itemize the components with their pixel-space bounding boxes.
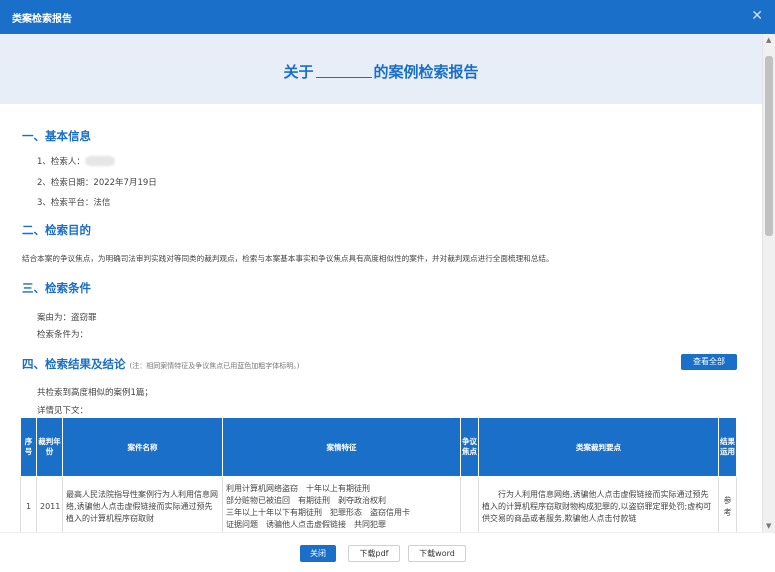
search-platform: 3、检索平台：法信	[37, 198, 111, 208]
close-button[interactable]: 关闭	[300, 545, 336, 562]
vertical-scrollbar[interactable]: ▲ ▼	[762, 34, 775, 532]
searcher-label: 1、检索人：	[37, 157, 85, 167]
section-conditions-heading: 三、检索条件	[22, 281, 91, 295]
searcher-redacted	[84, 156, 115, 166]
close-icon[interactable]: ✕	[751, 8, 763, 24]
cause-line: 案由为：盗窃罪	[37, 313, 97, 323]
col-no: 序号	[20, 417, 37, 477]
section-basic-heading: 一、基本信息	[22, 129, 91, 143]
download-pdf-button[interactable]: 下载pdf	[348, 545, 400, 562]
cell-features: 利用计算机网络盗窃 十年以上有期徒刑 部分赃物已被追回 有期徒刑 剥夺政治权利 …	[222, 476, 461, 532]
report-content: 关于 的案例检索报告 一、基本信息 1、检索人： 2、检索日期：2022年7月19…	[0, 34, 762, 532]
scrollbar-thumb[interactable]	[765, 56, 773, 236]
results-note: (注：相同案情特征及争议焦点已用蓝色加粗字体标明。)	[129, 362, 300, 370]
cell-name[interactable]: 最高人民法院指导性案例行为人利用信息网络,诱骗他人点击虚假链接而实际通过预先植入…	[62, 476, 223, 532]
section-results-heading: 四、检索结果及结论 (注：相同案情特征及争议焦点已用蓝色加粗字体标明。)	[22, 356, 299, 372]
report-title: 关于 的案例检索报告	[0, 61, 762, 82]
dialog-title: 类案检索报告	[12, 14, 72, 25]
cell-focus	[460, 476, 479, 532]
title-blank	[315, 64, 372, 78]
col-focus: 争议焦点	[460, 417, 479, 477]
dialog-footer: 关闭 下载pdf 下载word	[0, 532, 775, 572]
section-purpose-heading: 二、检索目的	[22, 223, 91, 237]
col-points: 类案裁判要点	[478, 417, 719, 477]
report-dialog: 类案检索报告 ✕ 关于 的案例检索报告 一、基本信息 1、检索人： 2、检索日期：…	[0, 0, 775, 572]
results-heading-text: 四、检索结果及结论	[22, 357, 126, 371]
cell-no: 1	[20, 476, 37, 532]
view-all-button[interactable]: 查看全部	[681, 354, 737, 370]
results-summary: 共检索到高度相似的案例1篇；	[37, 388, 153, 398]
searcher-line: 1、检索人：	[37, 155, 115, 167]
col-features: 案情特征	[222, 417, 461, 477]
col-usage: 结果运用	[718, 417, 737, 477]
purpose-text: 结合本案的争议焦点，为明确司法审判实践对等同类的裁判观点，检索与本案基本事实和争…	[22, 254, 554, 263]
report-header: 关于 的案例检索报告	[0, 34, 762, 104]
title-suffix: 的案例检索报告	[373, 63, 479, 81]
table-header-row: 序号 裁判年份 案件名称 案情特征 争议焦点 类案裁判要点 结果运用	[20, 417, 737, 477]
download-word-button[interactable]: 下载word	[408, 545, 466, 562]
cell-usage: 参考	[718, 476, 737, 532]
scroll-up-icon[interactable]: ▲	[766, 36, 771, 44]
cell-year: 2011	[36, 476, 63, 532]
search-date: 2、检索日期：2022年7月19日	[37, 178, 157, 188]
results-table: 序号 裁判年份 案件名称 案情特征 争议焦点 类案裁判要点 结果运用 1 201…	[20, 417, 737, 532]
cell-points: 行为人利用信息网络,诱骗他人点击虚假链接而实际通过预先植入的计算机程序窃取财物构…	[478, 476, 719, 532]
table-row: 1 2011 最高人民法院指导性案例行为人利用信息网络,诱骗他人点击虚假链接而实…	[20, 476, 737, 532]
col-year: 裁判年份	[36, 417, 63, 477]
dialog-titlebar: 类案检索报告 ✕	[0, 0, 775, 34]
col-name: 案件名称	[62, 417, 223, 477]
title-prefix: 关于	[283, 63, 314, 81]
scroll-down-icon[interactable]: ▼	[766, 522, 771, 530]
results-detail: 详情见下文：	[37, 406, 89, 416]
conditions-line: 检索条件为：	[37, 330, 89, 340]
